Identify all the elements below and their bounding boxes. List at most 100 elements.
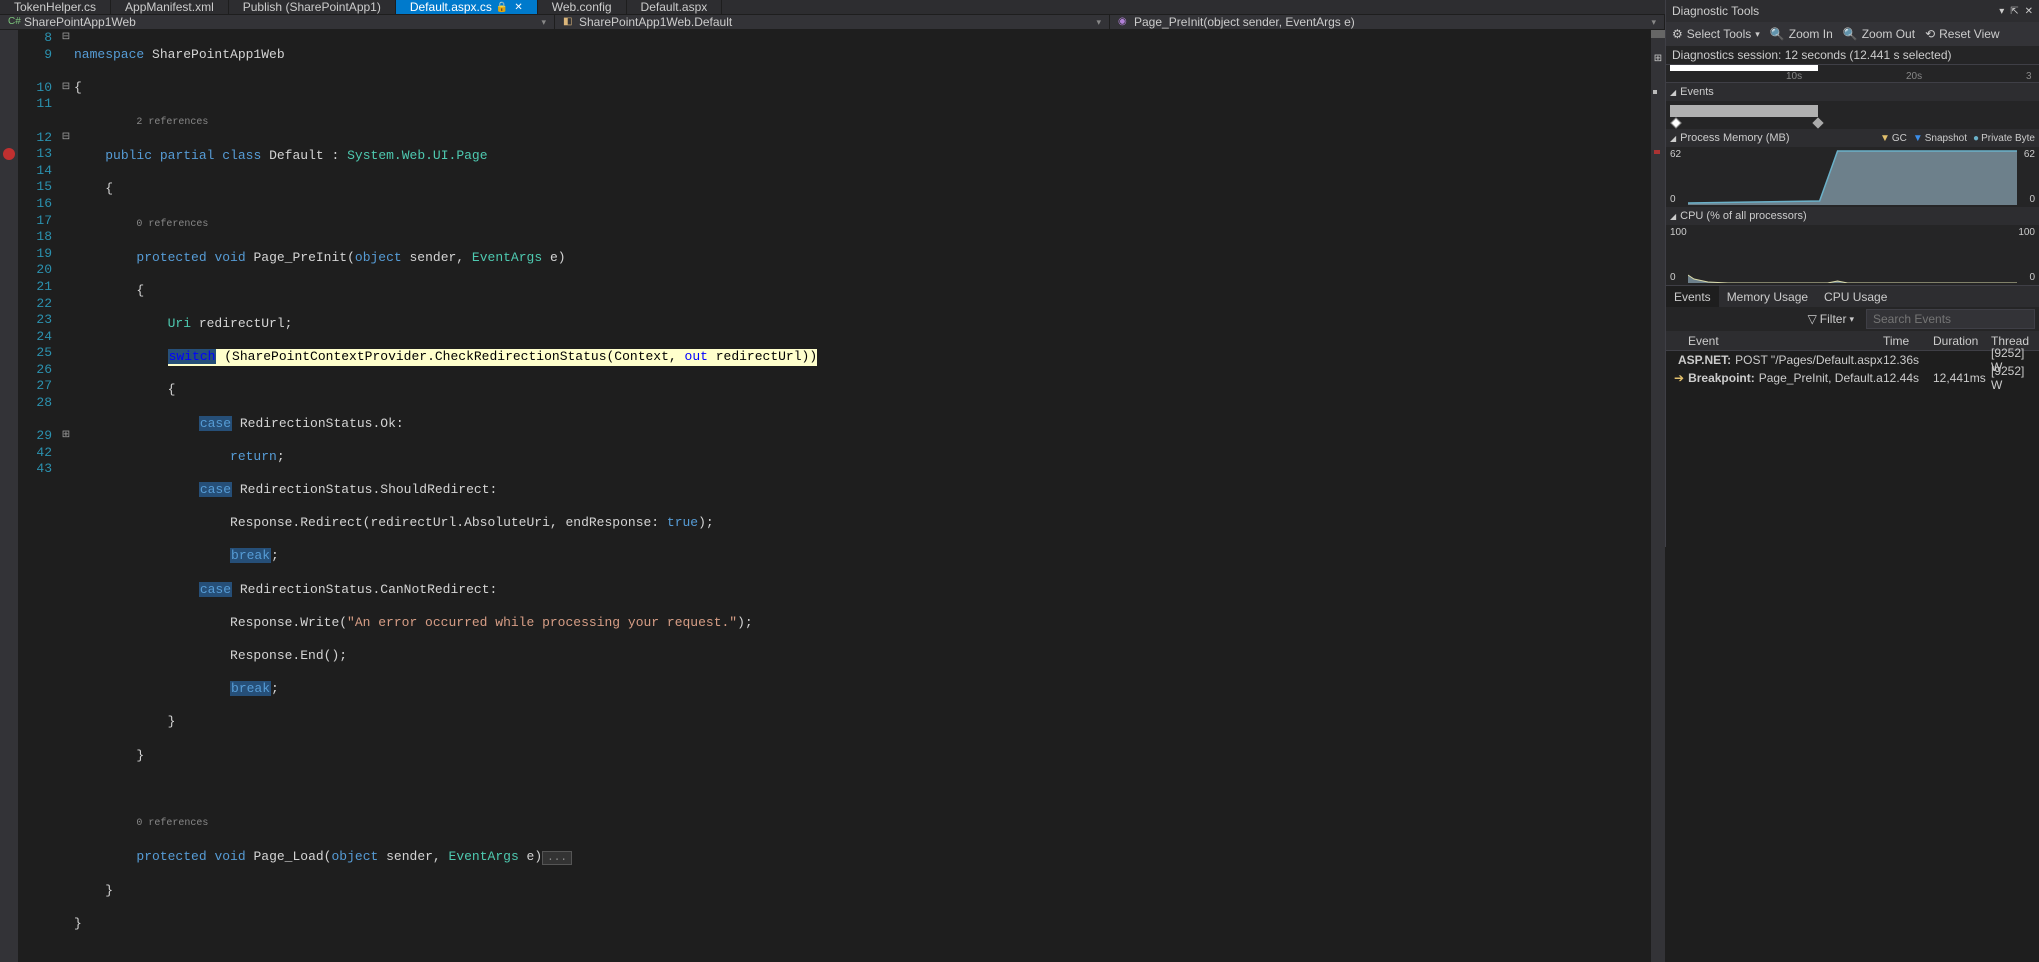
close-icon[interactable]: ✕	[2025, 6, 2033, 17]
tab-memory-usage[interactable]: Memory Usage	[1719, 286, 1816, 307]
t: );	[737, 615, 753, 630]
editor-area: TokenHelper.cs AppManifest.xml Publish (…	[0, 0, 1665, 547]
memory-section-header[interactable]: ◢ Process Memory (MB) ▼GC ▼Snapshot ●Pri…	[1666, 129, 2039, 147]
t: sender,	[378, 849, 448, 864]
filter-row: ▽Filter▾	[1666, 307, 2039, 331]
dropdown-icon[interactable]: ▾	[1999, 6, 2004, 17]
collapse-icon: ◢	[1670, 134, 1676, 143]
event-diamond-icon	[1670, 117, 1681, 128]
line-number-gutter: 89 1011 12131415161718192021222324252627…	[18, 30, 58, 962]
t: RedirectionStatus.ShouldRedirect:	[232, 482, 497, 497]
kw: out	[685, 349, 708, 364]
event-name: ASP.NET:	[1678, 353, 1731, 367]
kw: void	[214, 849, 245, 864]
breakpoint-gutter[interactable]	[0, 30, 18, 962]
annotation-bar[interactable]: ⊞	[1651, 30, 1665, 962]
plus-icon[interactable]: ⊞	[1653, 52, 1663, 62]
breakpoint-icon[interactable]	[3, 148, 15, 160]
t: Snapshot	[1925, 133, 1967, 144]
t: (SharePointContextProvider.CheckRedirect…	[216, 349, 684, 364]
diag-detail-tabs: Events Memory Usage CPU Usage	[1666, 285, 2039, 307]
tab-events[interactable]: Events	[1666, 286, 1719, 307]
tab-default-cs[interactable]: Default.aspx.cs 🔒 ✕	[396, 0, 538, 14]
ref-hint[interactable]: 0 references	[136, 219, 208, 230]
events-track[interactable]	[1666, 101, 2039, 129]
axis-label: 62	[1670, 149, 1681, 160]
table-row[interactable]: ➔ Breakpoint: Page_PreInit, Default.aspx…	[1666, 369, 2039, 387]
pin-icon[interactable]: ⇱	[2010, 6, 2018, 17]
diag-session-label: Diagnostics session: 12 seconds (12.441 …	[1666, 46, 2039, 65]
tick: 20s	[1906, 71, 1922, 82]
tab-cpu-usage[interactable]: CPU Usage	[1816, 286, 1895, 307]
kw: namespace	[74, 47, 144, 62]
axis-label: 0	[2029, 194, 2035, 205]
t: redirectUrl;	[191, 316, 292, 331]
t: Response.Redirect(redirectUrl.AbsoluteUr…	[74, 515, 667, 530]
bool: true	[667, 515, 698, 530]
table-header[interactable]: Event Time Duration Thread	[1666, 331, 2039, 351]
kw: void	[214, 250, 245, 265]
event-diamond-icon	[1812, 117, 1823, 128]
tab-webconfig[interactable]: Web.config	[538, 0, 627, 14]
t: e)	[519, 849, 542, 864]
col-duration[interactable]: Duration	[1933, 334, 1991, 348]
events-section-header[interactable]: ◢ Events	[1666, 83, 2039, 101]
breadcrumb-method[interactable]: ◉ Page_PreInit(object sender, EventArgs …	[1110, 15, 1665, 29]
col-time[interactable]: Time	[1883, 334, 1933, 348]
axis-label: 0	[1670, 272, 1676, 283]
code-content[interactable]: namespace SharePointApp1Web { 2 referenc…	[74, 30, 1651, 962]
ref-hint[interactable]: 0 references	[136, 818, 208, 829]
lock-icon: 🔒	[496, 2, 508, 13]
t: redirectUrl))	[708, 349, 817, 364]
collapse-icon: ◢	[1670, 212, 1676, 221]
arrow-icon: ➔	[1674, 371, 1684, 385]
breadcrumb-class[interactable]: ◧ SharePointApp1Web.Default ▾	[555, 15, 1110, 29]
collapsed-region[interactable]: ...	[542, 851, 572, 865]
close-icon[interactable]: ✕	[514, 2, 522, 13]
diag-title-bar[interactable]: Diagnostic Tools ▾ ⇱ ✕	[1666, 0, 2039, 22]
label: Process Memory (MB)	[1680, 132, 1789, 144]
t: Default :	[261, 148, 347, 163]
col-event[interactable]: Event	[1666, 334, 1883, 348]
tab-tokenhelper[interactable]: TokenHelper.cs	[0, 0, 111, 14]
kw: break	[230, 548, 271, 563]
split-handle-icon[interactable]	[1651, 30, 1665, 38]
select-tools-button[interactable]: ⚙Select Tools▾	[1672, 27, 1760, 41]
crumb-label: SharePointApp1Web.Default	[579, 15, 732, 29]
code-editor[interactable]: 89 1011 12131415161718192021222324252627…	[0, 30, 1665, 962]
fold-gutter[interactable]: ⊟ ⊟ ⊟ ⊞	[58, 30, 74, 962]
zoom-out-button[interactable]: 🔍Zoom Out	[1843, 27, 1915, 41]
axis-label: 0	[2029, 272, 2035, 283]
filter-button[interactable]: ▽Filter▾	[1802, 310, 1860, 328]
search-input[interactable]	[1866, 309, 2035, 329]
label: Reset View	[1939, 27, 1999, 41]
breadcrumb-project[interactable]: C# SharePointApp1Web ▾	[0, 15, 555, 29]
cell: 12.36s	[1883, 353, 1933, 367]
memory-chart[interactable]: 62 0 62 0	[1666, 147, 2039, 207]
tab-appmanifest[interactable]: AppManifest.xml	[111, 0, 229, 14]
t: Page_Load(	[246, 849, 332, 864]
cell: [9252] W	[1991, 364, 2039, 392]
tab-label: Default.aspx.cs	[410, 0, 492, 14]
cpu-section-header[interactable]: ◢ CPU (% of all processors)	[1666, 207, 2039, 225]
memory-area	[1688, 149, 2017, 205]
tab-publish[interactable]: Publish (SharePointApp1)	[229, 0, 396, 14]
kw: object	[332, 849, 379, 864]
kw: public	[105, 148, 152, 163]
label: Zoom Out	[1862, 27, 1915, 41]
reset-view-button[interactable]: ⟲Reset View	[1925, 27, 2000, 41]
timeline-ruler[interactable]: 10s 20s 3	[1666, 65, 2039, 83]
table-row[interactable]: ASP.NET: POST "/Pages/Default.aspx" 12.3…	[1666, 351, 2039, 369]
t: );	[698, 515, 714, 530]
axis-label: 62	[2024, 149, 2035, 160]
diagnostic-tools-panel: Diagnostic Tools ▾ ⇱ ✕ ⚙Select Tools▾ 🔍Z…	[1665, 0, 2039, 547]
label: CPU (% of all processors)	[1680, 210, 1807, 222]
kw: switch	[168, 349, 217, 364]
tab-default-aspx[interactable]: Default.aspx	[627, 0, 723, 14]
t: Page_PreInit(	[246, 250, 355, 265]
zoom-in-button[interactable]: 🔍Zoom In	[1770, 27, 1833, 41]
ref-hint[interactable]: 2 references	[136, 117, 208, 128]
kw: protected	[136, 849, 206, 864]
cpu-area	[1688, 227, 2017, 283]
cpu-chart[interactable]: 100 0 100 0	[1666, 225, 2039, 285]
